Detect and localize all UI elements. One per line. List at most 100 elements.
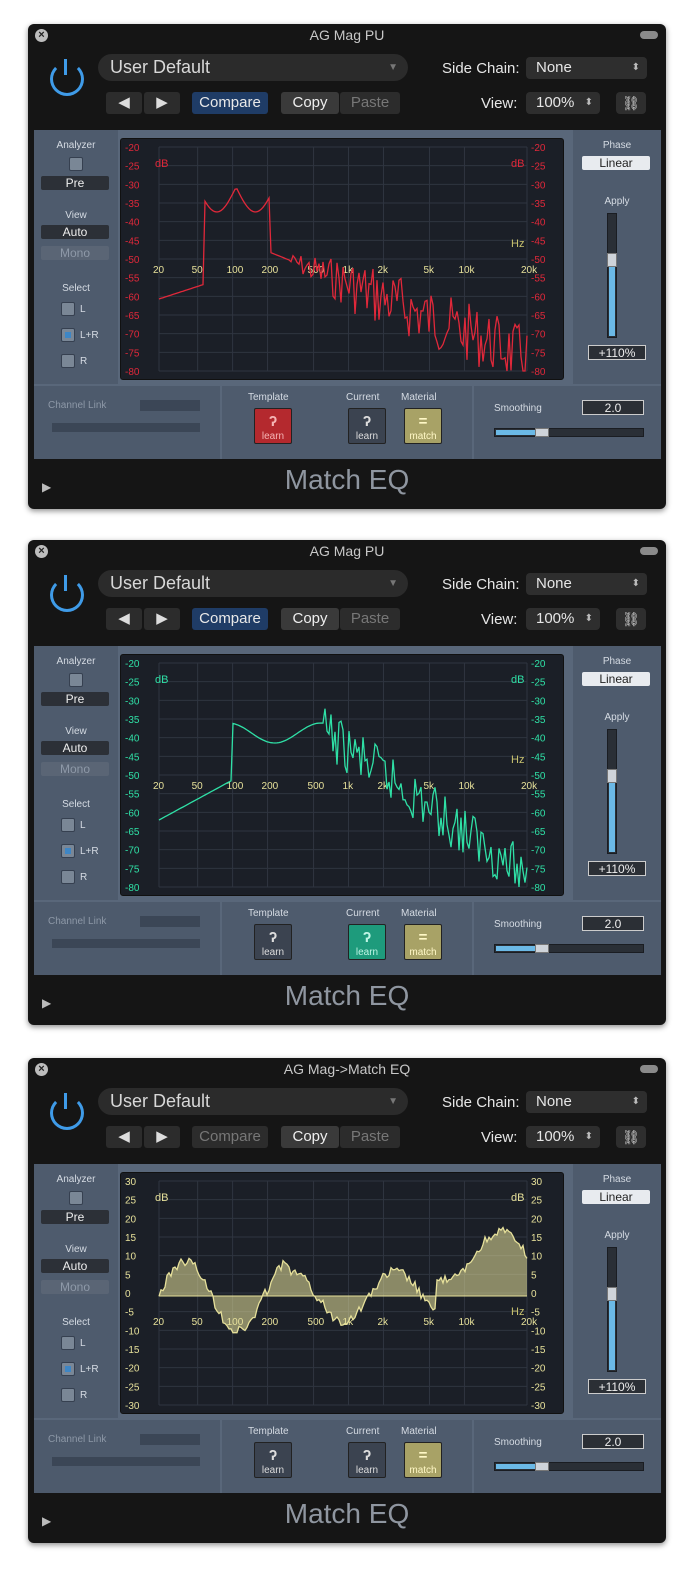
template-learn-button[interactable]: ʔ learn xyxy=(254,408,292,444)
current-learn-button[interactable]: ʔ learn xyxy=(348,1442,386,1478)
channel-link-slider[interactable] xyxy=(52,1457,200,1466)
select-r-checkbox[interactable] xyxy=(61,1388,75,1402)
select-lr-checkbox[interactable] xyxy=(61,328,75,342)
select-lr-checkbox[interactable] xyxy=(61,844,75,858)
spectrum-graph[interactable]: -20 -20 -25 -25 -30 -30 -35 -35 -40 -40 -45 -45 -50 -… xyxy=(120,138,564,380)
power-icon[interactable] xyxy=(50,575,84,612)
smoothing-slider-thumb[interactable] xyxy=(535,428,549,437)
apply-slider-thumb[interactable] xyxy=(607,769,617,783)
apply-value[interactable]: +110% xyxy=(588,1379,646,1394)
window-pill-button[interactable] xyxy=(640,1065,658,1073)
analyzer-checkbox[interactable] xyxy=(69,1191,83,1205)
phase-select[interactable]: Linear xyxy=(582,156,650,170)
link-icon[interactable]: ⛓ xyxy=(616,1126,646,1148)
copy-button[interactable]: Copy xyxy=(281,1126,339,1148)
apply-slider[interactable] xyxy=(607,1247,617,1372)
select-lr-checkbox[interactable] xyxy=(61,1362,75,1376)
side-chain-select[interactable]: None ⬍ xyxy=(526,573,647,595)
copy-button[interactable]: Copy xyxy=(281,608,339,630)
prev-preset-button[interactable]: ◀ xyxy=(106,92,142,114)
power-icon[interactable] xyxy=(50,1093,84,1130)
select-l-checkbox[interactable] xyxy=(61,818,75,832)
window-pill-button[interactable] xyxy=(640,547,658,555)
smoothing-slider-thumb[interactable] xyxy=(535,1462,549,1471)
view-zoom-select[interactable]: 100% ⬍ xyxy=(526,608,600,630)
select-l-checkbox[interactable] xyxy=(61,302,75,316)
match-button[interactable]: = match xyxy=(404,924,442,960)
view-mode-select[interactable]: Auto xyxy=(41,1259,109,1273)
analyzer-checkbox[interactable] xyxy=(69,157,83,171)
analyzer-checkbox[interactable] xyxy=(69,673,83,687)
channel-mode-select[interactable]: Mono xyxy=(41,246,109,260)
select-r-checkbox[interactable] xyxy=(61,870,75,884)
select-lr-label: L+R xyxy=(80,330,99,341)
select-l-checkbox[interactable] xyxy=(61,1336,75,1350)
paste-button[interactable]: Paste xyxy=(340,92,400,114)
apply-slider-thumb[interactable] xyxy=(607,1287,617,1301)
smoothing-value[interactable]: 2.0 xyxy=(582,400,644,415)
view-zoom-select[interactable]: 100% ⬍ xyxy=(526,1126,600,1148)
channel-link-value[interactable] xyxy=(140,916,200,927)
spectrum-graph[interactable]: -20 -20 -25 -25 -30 -30 -35 -35 -40 -40 -45 -45 -50 -… xyxy=(120,654,564,896)
apply-slider[interactable] xyxy=(607,729,617,854)
side-chain-select[interactable]: None ⬍ xyxy=(526,1091,647,1113)
close-icon[interactable]: × xyxy=(35,1063,48,1076)
compare-button[interactable]: Compare xyxy=(192,1126,268,1148)
select-r-checkbox[interactable] xyxy=(61,354,75,368)
channel-link-slider[interactable] xyxy=(52,939,200,948)
next-preset-button[interactable]: ▶ xyxy=(144,92,180,114)
current-learn-button[interactable]: ʔ learn xyxy=(348,408,386,444)
paste-button[interactable]: Paste xyxy=(340,608,400,630)
smoothing-value[interactable]: 2.0 xyxy=(582,1434,644,1449)
hz-label: Hz xyxy=(511,754,524,766)
preset-menu[interactable]: User Default ▼ xyxy=(98,570,408,597)
window-title: AG Mag PU xyxy=(309,27,385,43)
smoothing-slider[interactable] xyxy=(494,944,644,953)
channel-mode-select[interactable]: Mono xyxy=(41,1280,109,1294)
analyzer-mode-select[interactable]: Pre xyxy=(41,692,109,706)
preset-menu[interactable]: User Default ▼ xyxy=(98,54,408,81)
analyzer-mode-select[interactable]: Pre xyxy=(41,1210,109,1224)
preset-menu[interactable]: User Default ▼ xyxy=(98,1088,408,1115)
close-icon[interactable]: × xyxy=(35,545,48,558)
current-learn-button[interactable]: ʔ learn xyxy=(348,924,386,960)
copy-button[interactable]: Copy xyxy=(281,92,339,114)
phase-select[interactable]: Linear xyxy=(582,1190,650,1204)
apply-slider[interactable] xyxy=(607,213,617,338)
paste-button[interactable]: Paste xyxy=(340,1126,400,1148)
spectrum-graph[interactable]: 30 30 25 25 20 20 15 15 10 10 5 5 0 0 -5 -5 -10 -10 -15 -15… xyxy=(120,1172,564,1414)
link-icon[interactable]: ⛓ xyxy=(616,92,646,114)
template-learn-button[interactable]: ʔ learn xyxy=(254,1442,292,1478)
view-mode-select[interactable]: Auto xyxy=(41,225,109,239)
apply-value[interactable]: +110% xyxy=(588,861,646,876)
phase-select[interactable]: Linear xyxy=(582,672,650,686)
close-icon[interactable]: × xyxy=(35,29,48,42)
apply-value[interactable]: +110% xyxy=(588,345,646,360)
match-button[interactable]: = match xyxy=(404,1442,442,1478)
channel-link-value[interactable] xyxy=(140,400,200,411)
view-mode-select[interactable]: Auto xyxy=(41,741,109,755)
apply-slider-thumb[interactable] xyxy=(607,253,617,267)
compare-button[interactable]: Compare xyxy=(192,92,268,114)
match-button[interactable]: = match xyxy=(404,408,442,444)
smoothing-slider[interactable] xyxy=(494,1462,644,1471)
analyzer-mode-select[interactable]: Pre xyxy=(41,176,109,190)
smoothing-slider[interactable] xyxy=(494,428,644,437)
side-chain-select[interactable]: None ⬍ xyxy=(526,57,647,79)
compare-button[interactable]: Compare xyxy=(192,608,268,630)
link-icon[interactable]: ⛓ xyxy=(616,608,646,630)
prev-preset-button[interactable]: ◀ xyxy=(106,608,142,630)
smoothing-value[interactable]: 2.0 xyxy=(582,916,644,931)
channel-link-slider[interactable] xyxy=(52,423,200,432)
next-preset-button[interactable]: ▶ xyxy=(144,608,180,630)
next-preset-button[interactable]: ▶ xyxy=(144,1126,180,1148)
prev-preset-button[interactable]: ◀ xyxy=(106,1126,142,1148)
smoothing-slider-thumb[interactable] xyxy=(535,944,549,953)
freq-tick-label: 20 xyxy=(153,1317,165,1328)
template-learn-button[interactable]: ʔ learn xyxy=(254,924,292,960)
channel-mode-select[interactable]: Mono xyxy=(41,762,109,776)
power-icon[interactable] xyxy=(50,59,84,96)
view-zoom-select[interactable]: 100% ⬍ xyxy=(526,92,600,114)
window-pill-button[interactable] xyxy=(640,31,658,39)
channel-link-value[interactable] xyxy=(140,1434,200,1445)
